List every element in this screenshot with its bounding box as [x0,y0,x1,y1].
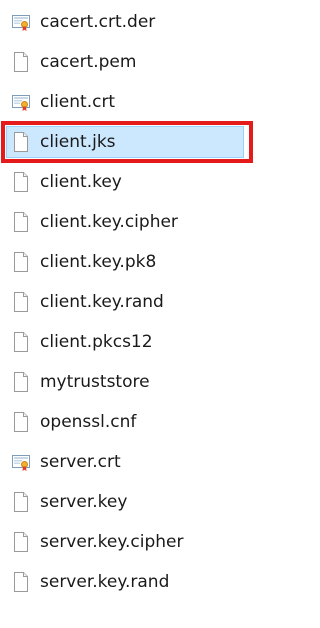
document-icon [12,372,30,392]
certificate-icon [12,452,30,472]
file-name: server.crt [40,452,121,472]
file-item[interactable]: client.key [0,163,254,201]
file-item[interactable]: server.key [0,483,254,521]
file-name: server.key.rand [40,572,170,592]
document-icon [12,292,30,312]
file-item[interactable]: openssl.cnf [0,403,254,441]
document-icon [12,52,30,72]
file-item[interactable]: cacert.crt.der [0,3,254,41]
document-icon [12,492,30,512]
certificate-icon [12,92,30,112]
document-icon [12,172,30,192]
file-name: server.key [40,492,128,512]
file-name: client.key.pk8 [40,252,157,272]
file-name: client.key.rand [40,292,164,312]
file-name: server.key.cipher [40,532,184,552]
file-name: cacert.pem [40,52,137,72]
file-name: client.pkcs12 [40,332,153,352]
file-item[interactable]: server.crt [0,443,254,481]
file-item[interactable]: client.pkcs12 [0,323,254,361]
file-item[interactable]: mytruststore [0,363,254,401]
file-name: client.key [40,172,122,192]
file-item[interactable]: client.key.rand [0,283,254,321]
file-item[interactable]: cacert.pem [0,43,254,81]
document-icon [12,572,30,592]
file-item[interactable]: server.key.cipher [0,523,254,561]
highlight-annotation-box [1,121,253,163]
document-icon [12,212,30,232]
certificate-icon [12,12,30,32]
file-item[interactable]: client.key.cipher [0,203,254,241]
file-item[interactable]: client.key.pk8 [0,243,254,281]
file-name: cacert.crt.der [40,12,156,32]
file-name: mytruststore [40,372,150,392]
file-name: client.crt [40,92,116,112]
file-name: openssl.cnf [40,412,137,432]
file-item[interactable]: server.key.rand [0,563,254,601]
file-item[interactable]: client.crt [0,83,254,121]
document-icon [12,412,30,432]
file-name: client.key.cipher [40,212,178,232]
document-icon [12,252,30,272]
document-icon [12,532,30,552]
document-icon [12,332,30,352]
